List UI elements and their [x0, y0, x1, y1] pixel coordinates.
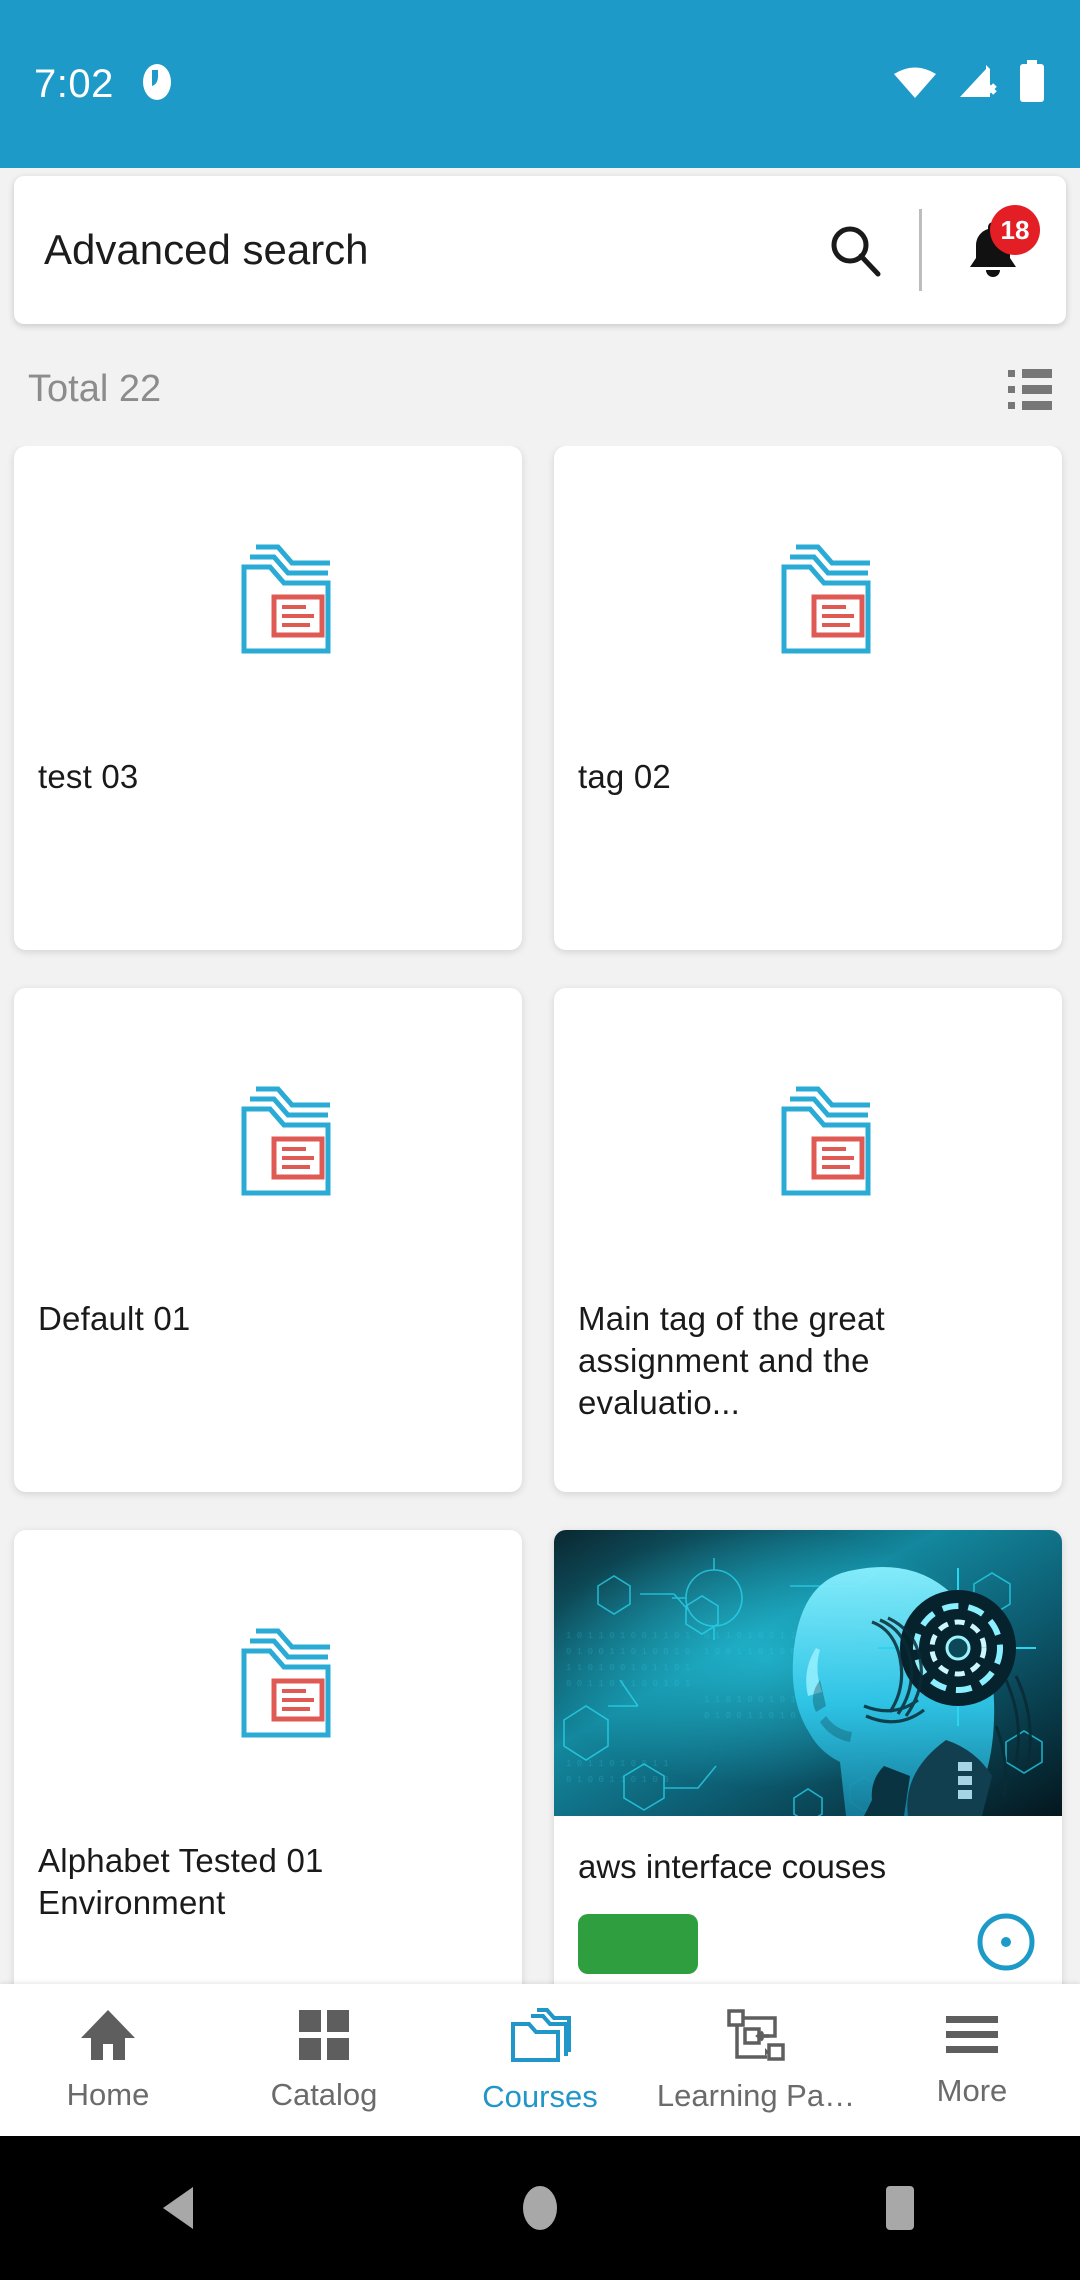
course-card-title: Alphabet Tested 01 Environment [38, 1842, 324, 1921]
course-card[interactable]: Default 01 [14, 988, 522, 1492]
nav-label-home: Home [66, 2076, 150, 2112]
learning-path-flowchart-icon [725, 2007, 787, 2068]
hamburger-menu-icon [944, 2012, 1000, 2063]
grid-squares-icon [297, 2008, 351, 2067]
course-card[interactable]: 1 0 1 1 0 1 0 0 1 1 0 1 0 1 0 0 1 1 0 1 … [554, 1530, 1062, 2000]
info-circle-icon[interactable] [974, 1910, 1038, 1979]
folder-document-icon [14, 1530, 522, 1840]
nav-label-courses: Courses [482, 2078, 598, 2114]
course-card-title: aws interface couses [578, 1848, 887, 1885]
search-icon[interactable] [819, 214, 891, 286]
home-circle-icon[interactable] [480, 2136, 600, 2280]
folder-document-icon [14, 446, 522, 756]
svg-text:1 0 1 1 0 1 0 0 1 1 0 1: 1 0 1 1 0 1 0 0 1 1 0 1 [566, 1631, 690, 1641]
system-navigation-bar [0, 2136, 1080, 2280]
folder-document-icon [554, 988, 1062, 1298]
toolbar-divider [919, 209, 922, 291]
status-bar-left: 7:02 [34, 62, 174, 107]
svg-text:0 1 0 0 1 1 0 1 0 0: 0 1 0 0 1 1 0 1 0 0 [566, 1775, 669, 1785]
wifi-icon [892, 64, 938, 105]
battery-full-icon [1018, 59, 1046, 109]
recents-square-icon[interactable] [840, 2136, 960, 2280]
notification-bell-icon[interactable]: 18 [950, 205, 1040, 293]
course-card-title: test 03 [38, 758, 139, 795]
home-icon [79, 2008, 137, 2067]
course-grid: test 03 tag 02 Default 01 Main tag of th… [0, 446, 1080, 2000]
svg-text:1 1 0 1 0 0 1 0 1 1 0 1: 1 1 0 1 0 0 1 0 1 1 0 1 [566, 1663, 690, 1673]
cellular-no-sim-icon [956, 63, 1000, 106]
svg-text:0 1 1 0 1 0 0 1 1: 0 1 1 0 1 0 0 1 1 [704, 1631, 796, 1641]
app-notification-icon [140, 62, 174, 107]
nav-label-catalog: Catalog [270, 2076, 378, 2112]
nav-item-courses[interactable]: Courses [432, 1984, 648, 2136]
status-bar: 7:02 [0, 0, 1080, 168]
course-card[interactable]: test 03 [14, 446, 522, 950]
folder-document-icon [14, 988, 522, 1298]
nav-item-catalog[interactable]: Catalog [216, 1984, 432, 2136]
back-triangle-icon[interactable] [120, 2136, 240, 2280]
svg-text:1 1 0 1 0 0 1 0 1: 1 1 0 1 0 0 1 0 1 [704, 1695, 796, 1705]
course-card[interactable]: Main tag of the great assignment and the… [554, 988, 1062, 1492]
nav-label-learning-path: Learning Pa… [656, 2077, 856, 2113]
status-badge [578, 1914, 698, 1975]
notification-badge: 18 [990, 205, 1040, 255]
nav-item-learning-path[interactable]: Learning Pa… [648, 1984, 864, 2136]
nav-item-home[interactable]: Home [0, 1984, 216, 2136]
status-clock: 7:02 [34, 61, 114, 106]
bottom-navigation-bar: Home Catalog Courses Learning Pa… More [0, 1984, 1080, 2136]
search-input[interactable]: Advanced search [44, 226, 819, 274]
nav-item-more[interactable]: More [864, 1984, 1080, 2136]
status-bar-right [892, 59, 1046, 109]
total-count-label: Total 22 [28, 367, 162, 410]
list-view-toggle-icon[interactable] [1008, 368, 1052, 410]
course-card-title: tag 02 [578, 758, 671, 795]
app-screen: 7:02 Advanced search 18 Total 22 test 03… [0, 0, 1080, 2280]
course-card-title: Default 01 [38, 1300, 191, 1337]
ai-robot-head-image: 1 0 1 1 0 1 0 0 1 1 0 1 0 1 0 0 1 1 0 1 … [554, 1530, 1062, 1816]
search-bar[interactable]: Advanced search 18 [14, 176, 1066, 324]
results-summary-row: Total 22 [0, 344, 1080, 434]
svg-text:1 0 0 1 1 0 1 0 0: 1 0 0 1 1 0 1 0 0 [704, 1647, 796, 1657]
course-card-title: Main tag of the great assignment and the… [578, 1300, 885, 1421]
svg-text:0 0 1 1 0 1 1 0 0 1 0 1: 0 0 1 1 0 1 1 0 0 1 0 1 [566, 1679, 690, 1689]
folders-icon [509, 2006, 571, 2069]
folder-document-icon [554, 446, 1062, 756]
course-card[interactable]: tag 02 [554, 446, 1062, 950]
course-card-meta [554, 1888, 1062, 1979]
svg-text:0 1 0 0 1 1 0 1 0 0 1 0: 0 1 0 0 1 1 0 1 0 0 1 0 [566, 1647, 690, 1657]
svg-text:1 0 1 1 0 1 0 0 1 1: 1 0 1 1 0 1 0 0 1 1 [566, 1759, 669, 1769]
svg-text:0 1 0 0 1 1 0 1 0: 0 1 0 0 1 1 0 1 0 [704, 1711, 796, 1721]
nav-label-more: More [936, 2072, 1008, 2108]
course-card[interactable]: Alphabet Tested 01 Environment [14, 1530, 522, 2000]
